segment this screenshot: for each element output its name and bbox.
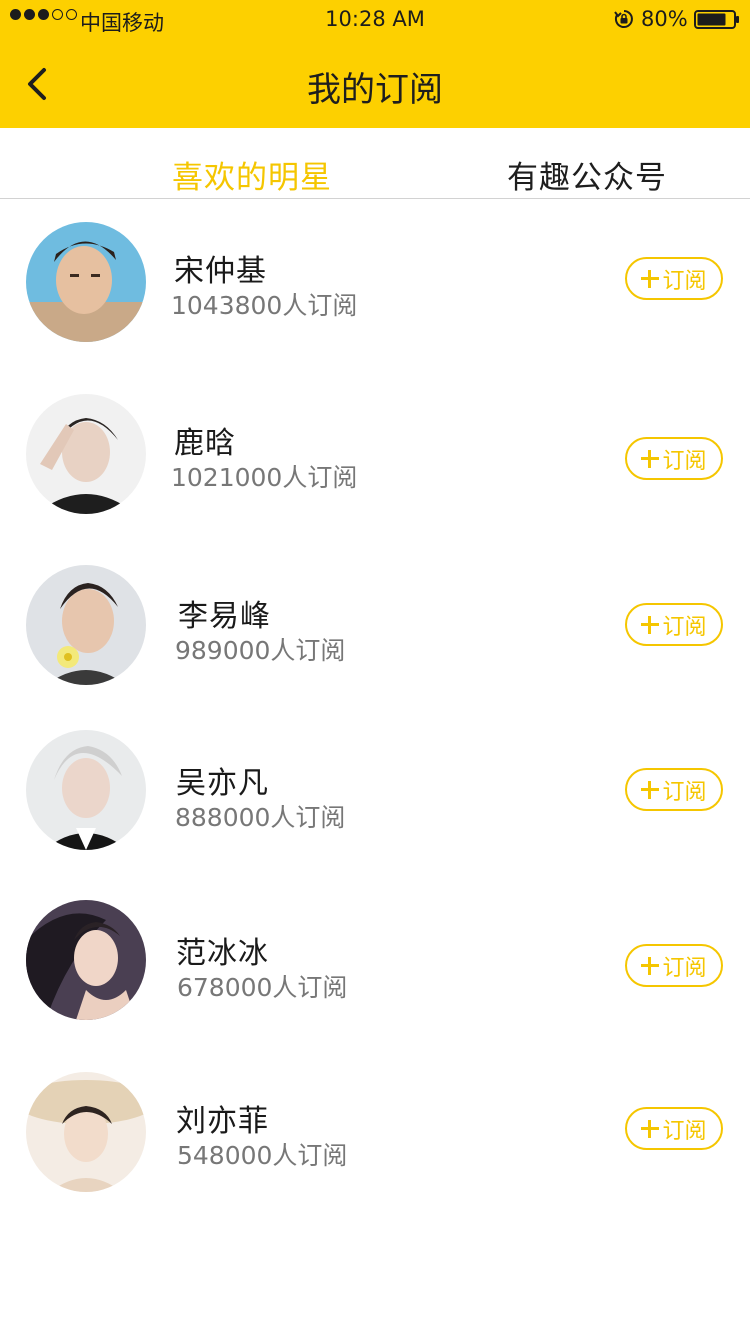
- avatar: [26, 222, 146, 342]
- subscriber-count: 1043800人订阅: [171, 291, 358, 320]
- subscribe-label: 订阅: [662, 268, 707, 294]
- battery-percent: 80%: [641, 7, 688, 31]
- plus-icon: [641, 269, 660, 288]
- star-name: 李易峰: [178, 599, 271, 634]
- app-header: 中国移动 10:28 AM 80% 我的订阅: [0, 0, 750, 128]
- tab-favorite-stars[interactable]: 喜欢的明星: [172, 152, 332, 197]
- status-bar: 中国移动 10:28 AM 80%: [0, 0, 750, 40]
- list-item[interactable]: 范冰冰 678000人订阅 订阅: [0, 900, 750, 1050]
- avatar: [26, 394, 146, 514]
- tab-bar: 喜欢的明星 有趣公众号: [0, 128, 750, 199]
- subscribe-label: 订阅: [662, 448, 707, 474]
- star-name: 范冰冰: [176, 936, 269, 971]
- plus-icon: [641, 1119, 660, 1138]
- battery-icon: [694, 10, 739, 29]
- star-name: 吴亦凡: [176, 766, 269, 801]
- subscribe-label: 订阅: [662, 1118, 707, 1144]
- subscribe-button[interactable]: 订阅: [625, 768, 723, 811]
- list-item[interactable]: 鹿晗 1021000人订阅 订阅: [0, 394, 750, 544]
- plus-icon: [641, 956, 660, 975]
- subscriber-count: 888000人订阅: [175, 803, 346, 832]
- subscribe-button[interactable]: 订阅: [625, 1107, 723, 1150]
- plus-icon: [641, 615, 660, 634]
- subscriber-count: 548000人订阅: [177, 1141, 348, 1170]
- subscribe-button[interactable]: 订阅: [625, 437, 723, 480]
- plus-icon: [641, 449, 660, 468]
- subscribe-label: 订阅: [662, 779, 707, 805]
- avatar: [26, 900, 146, 1020]
- list-item[interactable]: 吴亦凡 888000人订阅 订阅: [0, 730, 750, 880]
- subscriber-count: 1021000人订阅: [171, 463, 358, 492]
- status-time: 10:28 AM: [325, 7, 425, 31]
- star-name: 鹿晗: [174, 426, 236, 461]
- list-item[interactable]: 刘亦菲 548000人订阅 订阅: [0, 1072, 750, 1222]
- tab-interesting-accounts[interactable]: 有趣公众号: [507, 152, 667, 197]
- list-item[interactable]: 宋仲基 1043800人订阅 订阅: [0, 222, 750, 372]
- plus-icon: [641, 780, 660, 799]
- subscribe-label: 订阅: [662, 955, 707, 981]
- subscribe-label: 订阅: [662, 614, 707, 640]
- subscribe-button[interactable]: 订阅: [625, 257, 723, 300]
- page-title: 我的订阅: [307, 70, 443, 110]
- avatar: [26, 730, 146, 850]
- list-item[interactable]: 李易峰 989000人订阅 订阅: [0, 565, 750, 715]
- navigation-bar: 我的订阅: [0, 40, 750, 128]
- avatar: [26, 1072, 146, 1192]
- rotation-lock-icon: [614, 10, 633, 28]
- star-name: 刘亦菲: [176, 1104, 269, 1139]
- subscribe-button[interactable]: 订阅: [625, 944, 723, 987]
- subscribe-button[interactable]: 订阅: [625, 603, 723, 646]
- subscriber-count: 989000人订阅: [175, 636, 346, 665]
- avatar: [26, 565, 146, 685]
- subscriber-count: 678000人订阅: [177, 973, 348, 1002]
- star-name: 宋仲基: [174, 254, 267, 289]
